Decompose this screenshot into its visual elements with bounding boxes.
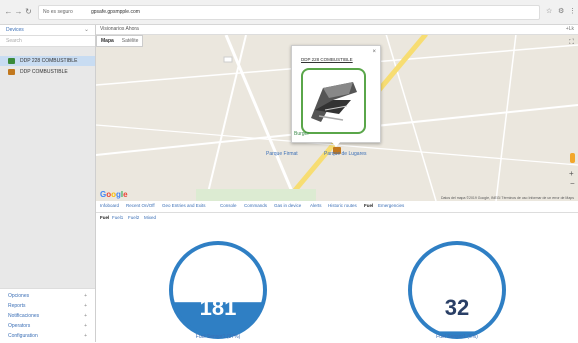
sidebar-menu: Opciones + Reports + Notificaciones + Op… (0, 288, 95, 343)
extensions-icon[interactable]: ⚙ (558, 7, 564, 15)
gauge-caption: Fuel Sensor1 (6%) (436, 334, 478, 340)
address-bar[interactable]: No es seguro gpsafe.gpsmpple.com (38, 5, 540, 20)
zoom-out-icon[interactable]: − (570, 179, 575, 188)
map-area[interactable]: Visionarios Ahora +Lk Mapa Satélite ⛶ DDP… (96, 25, 578, 201)
tab-historic-routes[interactable]: Historic routes (328, 203, 357, 208)
expand-icon[interactable]: + (84, 293, 87, 299)
forward-icon[interactable]: → (14, 7, 23, 16)
map-type-satellite[interactable]: Satélite (118, 36, 143, 46)
tab-console[interactable]: Console (220, 203, 237, 208)
map-attribution: Datos del mapa ©2019 Google, INEGI Térmi… (440, 196, 574, 200)
tab-commands[interactable]: Commands (244, 203, 267, 208)
menu-item-configuration[interactable]: Configuration (8, 333, 38, 339)
search-placeholder: Search (6, 38, 22, 44)
expand-icon[interactable]: + (84, 333, 87, 339)
gauge-value: 32 (445, 295, 469, 320)
browser-toolbar: ← → ↻ No es seguro gpsafe.gpsmpple.com ☆… (0, 0, 578, 25)
map-header: Visionarios Ahora +Lk (96, 25, 578, 35)
map-type-control[interactable]: Mapa Satélite (96, 35, 144, 47)
fullscreen-icon[interactable]: ⛶ (569, 39, 574, 47)
device-label: DDP COMBUSTIBLE (20, 69, 68, 75)
menu-icon[interactable]: ⋮ (569, 7, 576, 15)
devices-title: Devices (6, 27, 24, 33)
reload-icon[interactable]: ↻ (24, 7, 33, 16)
gauge-caption: Fuel Sensor1 (37%) (195, 334, 241, 340)
expand-icon[interactable]: + (84, 313, 87, 319)
map-type-map[interactable]: Mapa (97, 36, 118, 46)
bookmark-star-icon[interactable]: ☆ (546, 7, 552, 15)
gauges-svg: 181 32 (169, 241, 506, 339)
tab-bar: Infoboard Recent On/Off Geo Entries and … (96, 201, 578, 213)
devices-header[interactable]: Devices ⌄ (0, 25, 95, 36)
expand-icon[interactable]: + (84, 323, 87, 329)
street-view-pegman-icon[interactable] (570, 153, 575, 163)
place-label-parque-firmat[interactable]: Parque Firmat (266, 151, 298, 157)
fuel-gauge-1: 181 (169, 241, 267, 339)
google-logo: Google (100, 190, 128, 199)
sub-tab-bar: Fuel Fuel1 Fuel2 Mixed (96, 213, 578, 223)
gauge-value: 181 (200, 295, 237, 320)
vehicle-photo-icon (311, 82, 357, 122)
subtab-fuel2[interactable]: Fuel2 (128, 215, 139, 220)
tab-recent-onoff[interactable]: Recent On/Off (126, 203, 155, 208)
place-label-parque-lugares[interactable]: Parque de Lugares (324, 151, 367, 157)
fuel-gauges-panel: 181 32 Fuel Sensor1 (37%) Fuel Sensor1 (… (96, 223, 578, 342)
menu-item-operators[interactable]: Operators (8, 323, 30, 329)
subtab-fuel1[interactable]: Fuel1 (112, 215, 123, 220)
security-indicator[interactable]: No es seguro (43, 9, 73, 15)
map-header-title: Visionarios Ahora (100, 26, 139, 32)
device-item-ddp[interactable]: DDP COMBUSTIBLE (0, 67, 95, 77)
url-text[interactable]: gpsafe.gpsmpple.com (91, 9, 140, 15)
place-label-burger[interactable]: Burger (294, 131, 309, 137)
truck-icon (8, 58, 15, 64)
expand-icon[interactable]: + (84, 303, 87, 309)
fuel-gauge-2: 32 (408, 241, 506, 339)
tab-gas-in-device[interactable]: Gas in device (274, 203, 301, 208)
menu-item-reports[interactable]: Reports (8, 303, 26, 309)
back-icon[interactable]: ← (4, 7, 13, 16)
chevron-down-icon[interactable]: ⌄ (84, 26, 89, 33)
tab-infoboard[interactable]: Infoboard (100, 203, 119, 208)
tab-emergencies[interactable]: Emergencies (378, 203, 404, 208)
tab-fuel[interactable]: Fuel (364, 203, 373, 208)
vehicle-image (301, 68, 366, 134)
search-field[interactable]: Search (0, 36, 95, 47)
info-window-title[interactable]: DDP 228 COMBUSTIBLE (301, 57, 353, 62)
info-window: DDP 228 COMBUSTIBLE × (291, 45, 381, 143)
menu-item-notifications[interactable]: Notificaciones (8, 313, 39, 319)
device-item-ddp-228[interactable]: DDP 228 COMBUSTIBLE (0, 56, 95, 66)
sidebar: Devices ⌄ Search DDP 228 COMBUSTIBLE DDP… (0, 25, 96, 343)
truck-icon (8, 69, 15, 75)
subtab-fuel[interactable]: Fuel (100, 215, 109, 220)
tab-alerts[interactable]: Alerts (310, 203, 322, 208)
menu-item-opciones[interactable]: Opciones (8, 293, 29, 299)
map-header-right[interactable]: +Lk (566, 26, 574, 32)
subtab-mixed[interactable]: Mixed (144, 215, 156, 220)
close-icon[interactable]: × (372, 49, 376, 55)
device-label: DDP 228 COMBUSTIBLE (20, 58, 78, 64)
zoom-in-icon[interactable]: + (569, 169, 574, 178)
tab-geo-entries[interactable]: Geo Entries and Exits (162, 203, 206, 208)
